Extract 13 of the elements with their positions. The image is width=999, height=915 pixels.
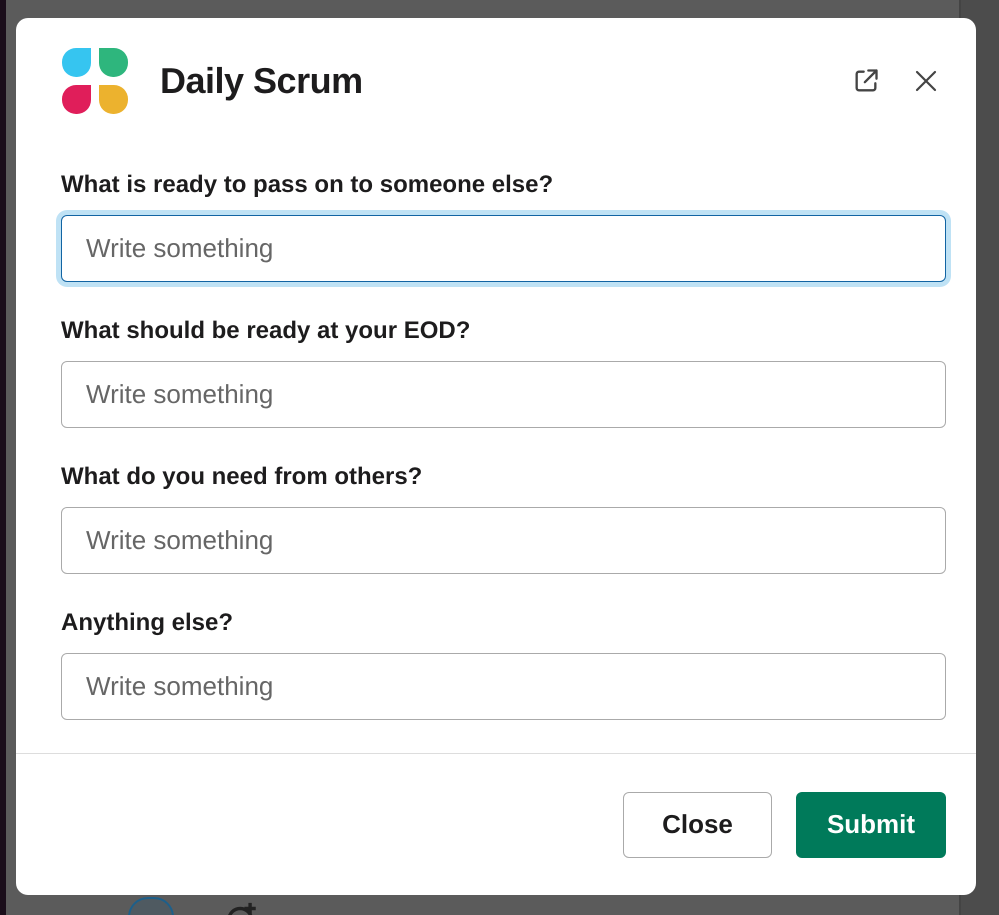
field-label: Anything else? bbox=[61, 608, 234, 638]
dialog-title: Daily Scrum bbox=[160, 60, 364, 102]
field-label: What do you need from others? bbox=[61, 462, 424, 492]
input-field[interactable]: Write something bbox=[61, 361, 946, 428]
submit-button[interactable]: Submit bbox=[796, 792, 946, 858]
field-label: What is ready to pass on to someone else? bbox=[61, 170, 554, 200]
app-logo-icon bbox=[62, 48, 128, 114]
input-field[interactable]: Write something bbox=[61, 215, 946, 282]
close-button[interactable]: Close bbox=[623, 792, 772, 858]
input-field[interactable]: Write something bbox=[61, 507, 946, 574]
close-icon[interactable] bbox=[914, 69, 938, 93]
input-field[interactable]: Write something bbox=[61, 653, 946, 720]
field-label: What should be ready at your EOD? bbox=[61, 316, 472, 346]
